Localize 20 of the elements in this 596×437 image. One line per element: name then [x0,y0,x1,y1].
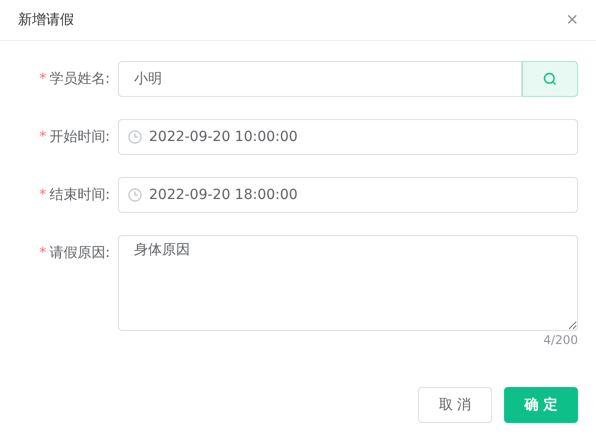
field-label: 学员姓名: [49,70,110,88]
field-label: 请假原因: [49,244,110,262]
datetime-field[interactable]: 2022-09-20 10:00:00 [118,119,578,155]
field-label: 结束时间: [49,186,110,204]
required-asterisk: * [39,129,46,145]
cancel-button[interactable]: 取 消 [418,387,492,423]
reason-textarea[interactable]: 身体原因 [118,235,578,331]
datetime-field[interactable]: 2022-09-20 18:00:00 [118,177,578,213]
character-counter: 4/200 [543,333,578,347]
clock-icon [128,130,142,144]
name-field[interactable]: 小明 [118,61,522,97]
search-icon [543,72,557,86]
clock-icon [128,188,142,202]
close-button[interactable]: × [566,10,578,30]
search-button[interactable] [522,61,578,97]
required-asterisk: * [39,71,46,87]
field-label: 开始时间: [49,128,110,146]
dialog-title: 新增请假 [18,11,74,29]
required-asterisk: * [39,187,46,203]
required-asterisk: * [39,245,46,261]
